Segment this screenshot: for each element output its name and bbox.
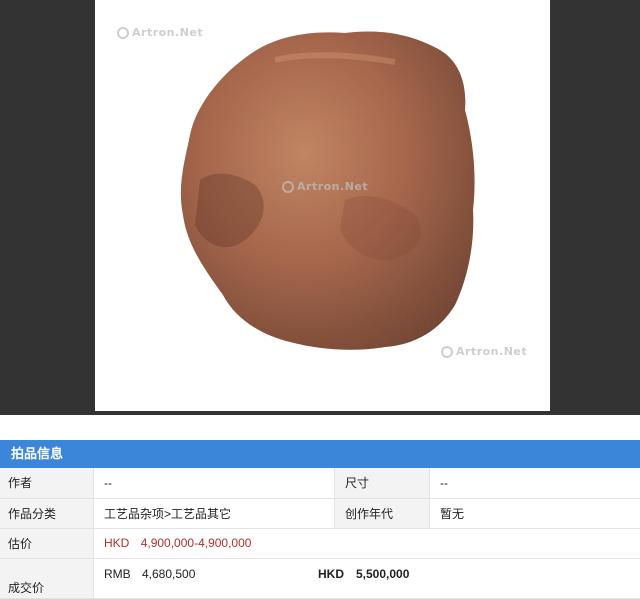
category-value[interactable]: 工艺品杂项>工艺品其它	[94, 498, 335, 528]
category-label: 作品分类	[0, 498, 94, 528]
lot-info-panel: 拍品信息 作者 -- 尺寸 -- 作品分类 工艺品杂项>工艺品其它 创作年代 暂…	[0, 440, 640, 597]
artron-logo-icon	[282, 181, 294, 193]
estimate-label: 估价	[0, 528, 94, 558]
estimate-amount: 4,900,000-4,900,000	[141, 536, 252, 550]
year-label: 创作年代	[335, 498, 430, 528]
table-row: 成交价 RMB 4,680,500 HKD 5,500,000	[0, 558, 640, 598]
rmb-amount: 4,680,500	[142, 567, 318, 581]
watermark: Artron.Net	[441, 345, 527, 358]
hkd-amount: 5,500,000	[356, 567, 409, 581]
table-row: 估价 HKD 4,900,000-4,900,000	[0, 528, 640, 558]
price-value: RMB 4,680,500 HKD 5,500,000	[94, 558, 640, 598]
artron-logo-icon	[441, 346, 453, 358]
watermark: Artron.Net	[117, 26, 203, 39]
size-label: 尺寸	[335, 468, 430, 498]
table-row: 作者 -- 尺寸 --	[0, 468, 640, 498]
lot-photo: Artron.Net Artron.Net Artron.Net	[95, 0, 550, 411]
table-row: 作品分类 工艺品杂项>工艺品其它 创作年代 暂无	[0, 498, 640, 528]
author-label: 作者	[0, 468, 94, 498]
hkd-currency: HKD	[318, 567, 356, 581]
image-viewer: Artron.Net Artron.Net Artron.Net	[0, 0, 640, 415]
year-value: 暂无	[430, 498, 640, 528]
size-value: --	[430, 468, 640, 498]
rmb-currency: RMB	[104, 567, 142, 581]
estimate-currency: HKD	[104, 536, 129, 550]
author-value: --	[94, 468, 335, 498]
watermark: Artron.Net	[282, 180, 368, 193]
price-label: 成交价	[0, 558, 94, 598]
panel-title: 拍品信息	[0, 440, 640, 468]
lot-info-table: 作者 -- 尺寸 -- 作品分类 工艺品杂项>工艺品其它 创作年代 暂无 估价 …	[0, 468, 640, 599]
estimate-value: HKD 4,900,000-4,900,000	[94, 528, 640, 558]
artron-logo-icon	[117, 27, 129, 39]
